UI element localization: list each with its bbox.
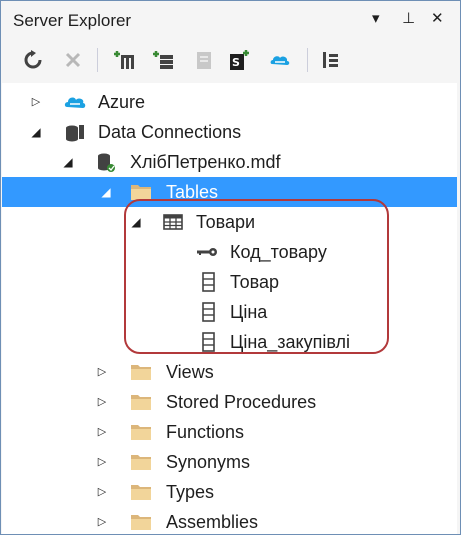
connect-to-database-icon[interactable] — [113, 49, 135, 71]
tree-node-data-connections[interactable]: ◢ Data Connections — [2, 117, 457, 147]
connect-to-server-icon[interactable] — [152, 49, 174, 71]
svg-text:S: S — [232, 56, 240, 69]
tree-node-column[interactable]: Ціна_закупівлі — [2, 327, 457, 357]
tree-label-views: Views — [166, 362, 214, 382]
tree-node-stored-procedures[interactable]: ▷ Stored Procedures — [2, 387, 457, 417]
collapsed-arrow-icon[interactable]: ▷ — [96, 364, 108, 380]
tree-node-synonyms[interactable]: ▷ Synonyms — [2, 447, 457, 477]
tree-node-column[interactable]: Товар — [2, 267, 457, 297]
tree-node-types[interactable]: ▷ Types — [2, 477, 457, 507]
tree-label-tables: Tables — [166, 182, 219, 202]
collapsed-arrow-icon[interactable]: ▷ — [96, 454, 108, 470]
refresh-icon[interactable] — [22, 49, 44, 71]
tree-node-tables[interactable]: ◢ Tables — [2, 177, 457, 207]
tree-node-table[interactable]: ◢ Товари — [2, 207, 457, 237]
tree-label-functions: Functions — [166, 422, 245, 442]
dropdown-arrow-icon[interactable]: ▾ — [372, 10, 380, 28]
toolbar: S — [2, 39, 457, 81]
expanded-arrow-icon[interactable]: ◢ — [100, 184, 112, 200]
connect-to-sharepoint-icon[interactable] — [192, 49, 214, 71]
tree-node-column[interactable]: Ціна — [2, 297, 457, 327]
tree-node-functions[interactable]: ▷ Functions — [2, 417, 457, 447]
close-icon[interactable]: ✕ — [431, 10, 444, 28]
folder-icon — [131, 425, 151, 440]
column-icon — [202, 302, 215, 322]
expanded-arrow-icon[interactable]: ◢ — [30, 124, 42, 140]
expanded-arrow-icon[interactable]: ◢ — [62, 154, 74, 170]
database-icon — [98, 153, 115, 172]
primary-key-icon — [197, 248, 217, 256]
table-icon — [163, 214, 183, 230]
stop-icon[interactable] — [62, 49, 84, 71]
server-explorer-tree: ▷ Azure ◢ Data Connections ◢ ХлібПетренк… — [2, 83, 457, 534]
toolbar-separator — [307, 48, 308, 72]
tree-label-table: Товари — [196, 212, 256, 232]
tree-label-data-connections: Data Connections — [98, 122, 242, 142]
toolbar-separator — [97, 48, 98, 72]
properties-icon[interactable] — [320, 49, 342, 71]
tree-label-azure: Azure — [98, 92, 146, 112]
folder-icon — [131, 485, 151, 500]
tree-node-database[interactable]: ◢ ХлібПетренко.mdf — [2, 147, 457, 177]
tree-label-column: Товар — [230, 272, 279, 292]
data-connections-icon — [66, 125, 84, 142]
title-bar: Server Explorer ▾ ⊥ ✕ — [2, 2, 457, 38]
tree-label-database: ХлібПетренко.mdf — [130, 152, 281, 172]
collapsed-arrow-icon[interactable]: ▷ — [96, 394, 108, 410]
folder-icon — [131, 185, 151, 200]
connect-to-sql-azure-icon[interactable]: S — [228, 49, 250, 71]
pin-icon[interactable]: ⊥ — [402, 10, 415, 28]
tree-node-column[interactable]: Код_товару — [2, 237, 457, 267]
collapsed-arrow-icon[interactable]: ▷ — [96, 424, 108, 440]
tree-label-stored-procedures: Stored Procedures — [166, 392, 317, 412]
folder-icon — [131, 395, 151, 410]
collapsed-arrow-icon[interactable]: ▷ — [96, 484, 108, 500]
tree-node-azure[interactable]: ▷ Azure — [2, 87, 457, 117]
tree-label-column: Ціна — [230, 302, 268, 322]
expanded-arrow-icon[interactable]: ◢ — [130, 214, 142, 230]
tree-node-views[interactable]: ▷ Views — [2, 357, 457, 387]
azure-cloud-icon — [64, 97, 86, 108]
tree-label-assemblies: Assemblies — [166, 512, 259, 532]
folder-icon — [131, 455, 151, 470]
connect-to-azure-icon[interactable] — [269, 49, 291, 71]
tree-label-synonyms: Synonyms — [166, 452, 251, 472]
tree-label-column: Ціна_закупівлі — [230, 332, 351, 352]
tree-label-column: Код_товару — [230, 242, 327, 262]
folder-icon — [131, 365, 151, 380]
server-explorer-window: Server Explorer ▾ ⊥ ✕ S ▷ Azure ◢ Data C… — [0, 0, 461, 535]
column-icon — [202, 272, 215, 292]
tree-node-assemblies[interactable]: ▷ Assemblies — [2, 507, 457, 534]
collapsed-arrow-icon[interactable]: ▷ — [30, 94, 42, 110]
window-title: Server Explorer — [13, 11, 132, 30]
folder-icon — [131, 515, 151, 530]
collapsed-arrow-icon[interactable]: ▷ — [96, 514, 108, 530]
column-icon — [202, 332, 215, 352]
tree-label-types: Types — [166, 482, 215, 502]
